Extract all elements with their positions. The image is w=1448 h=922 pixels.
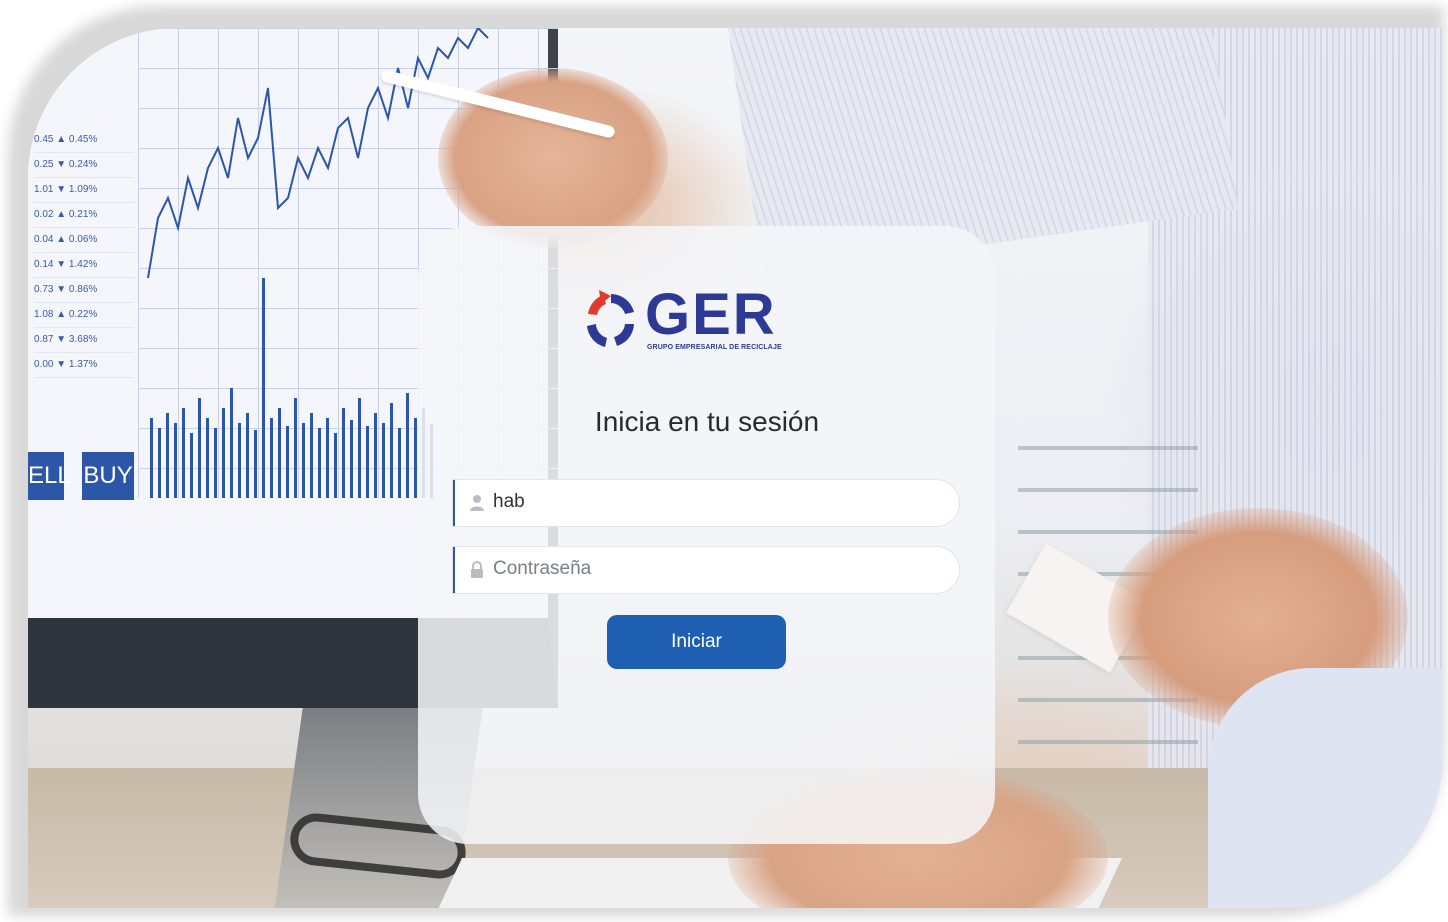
- bg-ticker-row: 1.08 ▲ 0.22%: [34, 303, 134, 328]
- recycle-ring-icon: [587, 290, 634, 347]
- username-input[interactable]: [493, 480, 933, 524]
- bg-ticker-row: 0.25 ▼ 0.24%: [34, 153, 134, 178]
- ger-logo: GER GRUPO EMPRESARIAL DE RECICLAJE: [581, 286, 782, 358]
- bg-ticker: 0.45 ▲ 0.45% 0.25 ▼ 0.24% 1.01 ▼ 1.09% 0…: [34, 128, 134, 378]
- bg-ticker-row: 0.45 ▲ 0.45%: [34, 128, 134, 153]
- bg-ticker-row: 0.02 ▲ 0.21%: [34, 203, 134, 228]
- bg-ticker-row: 0.14 ▼ 1.42%: [34, 253, 134, 278]
- login-title: Inicia en tu sesión: [594, 406, 820, 437]
- bg-buy-tag: BUY: [82, 452, 134, 500]
- lock-icon: [471, 561, 483, 578]
- logo-subtitle: GRUPO EMPRESARIAL DE RECICLAJE: [647, 344, 782, 351]
- password-input[interactable]: [493, 547, 933, 591]
- screen: 0.45 ▲ 0.45% 0.25 ▼ 0.24% 1.01 ▼ 1.09% 0…: [0, 0, 1448, 922]
- username-field[interactable]: [453, 480, 959, 526]
- user-icon: [470, 495, 484, 511]
- bg-ticker-row: 0.04 ▲ 0.06%: [34, 228, 134, 253]
- bg-ticker-row: 1.01 ▼ 1.09%: [34, 178, 134, 203]
- logo-wordmark: GER: [645, 282, 777, 347]
- bg-ticker-row: 0.87 ▼ 3.68%: [34, 328, 134, 353]
- bg-ticker-row: 0.00 ▼ 1.37%: [34, 353, 134, 378]
- login-submit-button[interactable]: Iniciar: [607, 615, 786, 669]
- bg-ticker-row: 0.73 ▼ 0.86%: [34, 278, 134, 303]
- bg-sell-tag: ELL: [28, 452, 71, 500]
- bg-volume-bars: [150, 278, 433, 498]
- bg-sleeve: [1208, 668, 1442, 908]
- password-field[interactable]: [453, 547, 959, 593]
